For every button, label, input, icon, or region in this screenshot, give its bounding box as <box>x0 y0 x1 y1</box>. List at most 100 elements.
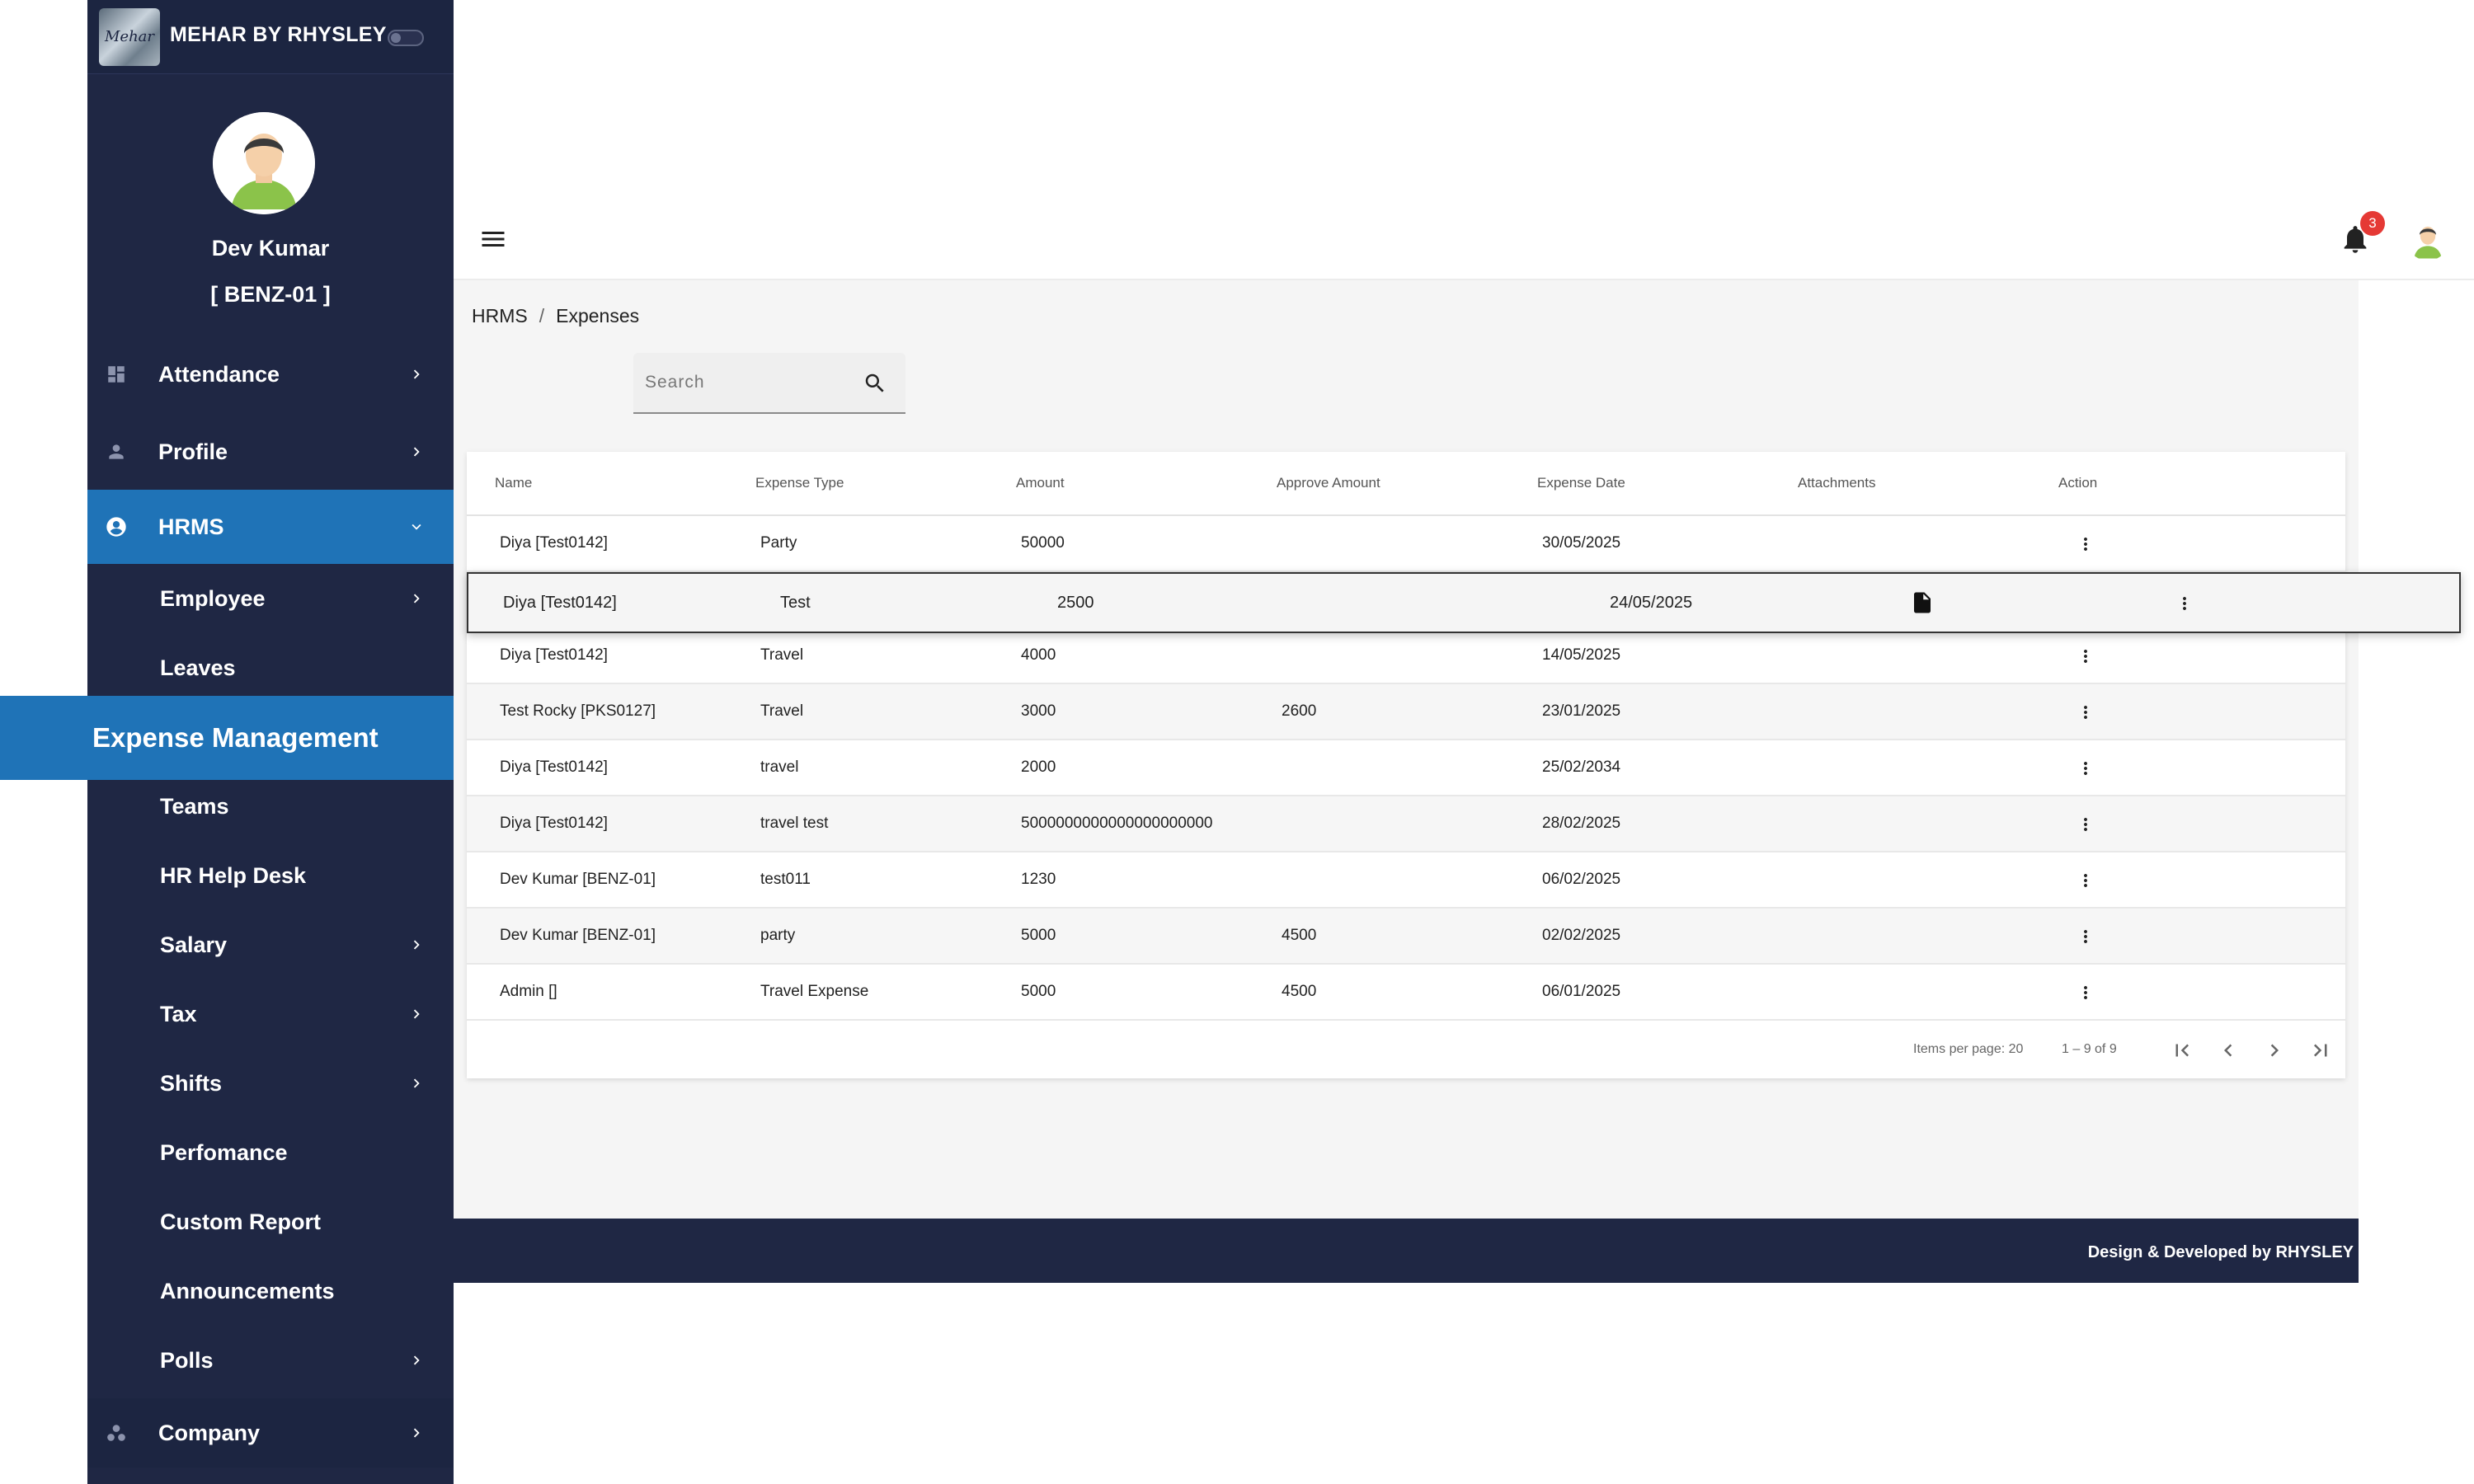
sidebar-item-custom-report[interactable]: Custom Report <box>87 1187 454 1256</box>
chevron-right-icon <box>404 1348 429 1373</box>
column-header-amount[interactable]: Amount <box>1016 475 1065 491</box>
table-row[interactable]: Dev Kumar [BENZ-01] test011 1230 06/02/2… <box>467 852 2345 909</box>
cell-name: Diya [Test0142] <box>500 815 608 832</box>
more-vert-icon[interactable] <box>2073 531 2098 557</box>
expenses-table: Name Expense Type Amount Approve Amount … <box>467 452 2345 1078</box>
cell-expense-type: test011 <box>760 871 811 888</box>
cell-name: Dev Kumar [BENZ-01] <box>500 871 656 888</box>
chevron-right-icon <box>404 1421 429 1445</box>
sidebar-item-helpdesk[interactable]: HR Help Desk <box>87 841 454 910</box>
cell-amount: 2500 <box>1057 594 1094 612</box>
cell-expense-date: 24/05/2025 <box>1610 594 1693 612</box>
header-avatar[interactable] <box>2406 218 2449 261</box>
cell-expense-type: travel <box>760 758 799 776</box>
next-page-icon[interactable] <box>2258 1034 2291 1067</box>
cell-amount: 3000 <box>1021 702 1056 720</box>
more-vert-icon[interactable] <box>2073 979 2098 1006</box>
cell-expense-date: 02/02/2025 <box>1542 927 1621 944</box>
sidebar-item-announcements[interactable]: Announcements <box>87 1256 454 1326</box>
more-vert-icon[interactable] <box>2073 699 2098 726</box>
search-input[interactable] <box>645 368 851 397</box>
sidebar-item-label: Profile <box>158 439 228 464</box>
sidebar-item-salary[interactable]: Salary <box>87 910 454 979</box>
cell-amount: 4000 <box>1021 646 1056 664</box>
user-avatar[interactable] <box>213 112 315 214</box>
table-row[interactable]: Diya [Test0142] Travel 4000 14/05/2025 <box>467 628 2345 684</box>
more-vert-icon[interactable] <box>2172 590 2197 617</box>
sidebar-item-label: Company <box>158 1420 261 1445</box>
user-name: Dev Kumar <box>211 236 330 261</box>
cell-amount: 50000 <box>1021 534 1065 552</box>
table-row[interactable]: Dev Kumar [BENZ-01] party 5000 4500 02/0… <box>467 909 2345 965</box>
more-vert-icon[interactable] <box>2073 811 2098 838</box>
table-row[interactable]: Admin [] Travel Expense 5000 4500 06/01/… <box>467 965 2345 1021</box>
cell-expense-date: 30/05/2025 <box>1542 534 1621 552</box>
first-page-icon[interactable] <box>2166 1034 2199 1067</box>
more-vert-icon[interactable] <box>2073 755 2098 782</box>
more-vert-icon[interactable] <box>2073 923 2098 950</box>
sidebar-item-employee[interactable]: Employee <box>87 564 454 633</box>
cell-amount: 5000 <box>1021 983 1056 1000</box>
table-row[interactable]: Diya [Test0142] Party 50000 30/05/2025 <box>467 516 2345 572</box>
cell-expense-type: Travel <box>760 702 804 720</box>
breadcrumb-current: Expenses <box>556 305 640 326</box>
sidebar-item-tax[interactable]: Tax <box>87 979 454 1049</box>
cell-expense-type: Party <box>760 534 797 552</box>
column-header-name[interactable]: Name <box>495 475 532 491</box>
sidebar-item-label: Expense Management <box>92 722 379 753</box>
sidebar-item-leaves[interactable]: Leaves <box>87 633 454 702</box>
search-icon[interactable] <box>863 371 887 396</box>
sidebar-item-performance[interactable]: Perfomance <box>87 1118 454 1187</box>
breadcrumb: HRMS / Expenses <box>472 305 639 327</box>
theme-toggle[interactable] <box>388 30 424 46</box>
cell-amount: 5000 <box>1021 927 1056 944</box>
sidebar-item-hrms[interactable]: HRMS <box>87 490 454 564</box>
sidebar-item-polls[interactable]: Polls <box>87 1326 454 1395</box>
column-header-approve-amount[interactable]: Approve Amount <box>1277 475 1380 491</box>
sidebar-item-expense-management[interactable]: Expense Management <box>0 696 457 780</box>
workspaces-icon <box>104 1421 129 1445</box>
table-row[interactable]: Diya [Test0142] travel test 500000000000… <box>467 796 2345 852</box>
cell-name: Test Rocky [PKS0127] <box>500 702 656 720</box>
user-code: [ BENZ-01 ] <box>210 282 331 307</box>
sidebar-item-label: Teams <box>160 793 229 819</box>
sidebar-item-teams[interactable]: Teams <box>87 772 454 841</box>
chevron-right-icon <box>404 1002 429 1026</box>
last-page-icon[interactable] <box>2304 1034 2337 1067</box>
chevron-right-icon <box>404 586 429 611</box>
column-header-expense-type[interactable]: Expense Type <box>755 475 844 491</box>
sidebar-item-label: Polls <box>160 1347 214 1373</box>
sidebar-item-attendance[interactable]: Attendance <box>87 340 454 409</box>
sidebar-item-label: Shifts <box>160 1070 223 1096</box>
more-vert-icon[interactable] <box>2073 867 2098 894</box>
sidebar-item-label: Announcements <box>160 1278 335 1303</box>
cell-name: Dev Kumar [BENZ-01] <box>500 927 656 944</box>
table-row-highlighted[interactable]: Diya [Test0142] Test 2500 24/05/2025 <box>467 572 2461 633</box>
cell-name: Diya [Test0142] <box>500 534 608 552</box>
menu-icon[interactable] <box>478 224 508 254</box>
cell-amount: 2000 <box>1021 758 1056 776</box>
sidebar-item-company[interactable]: Company <box>87 1398 454 1468</box>
cell-name: Diya [Test0142] <box>503 594 617 612</box>
column-header-expense-date[interactable]: Expense Date <box>1537 475 1625 491</box>
cell-expense-date: 06/02/2025 <box>1542 871 1621 888</box>
sidebar-item-label: Custom Report <box>160 1209 321 1234</box>
file-icon[interactable] <box>1910 589 1936 618</box>
previous-page-icon[interactable] <box>2212 1034 2245 1067</box>
table-row[interactable]: Test Rocky [PKS0127] Travel 3000 2600 23… <box>467 684 2345 740</box>
cell-approve-amount: 4500 <box>1282 927 1317 944</box>
sidebar-item-label: Tax <box>160 1001 197 1026</box>
more-vert-icon[interactable] <box>2073 643 2098 669</box>
table-row[interactable]: Diya [Test0142] travel 2000 25/02/2034 <box>467 740 2345 796</box>
sidebar-item-shifts[interactable]: Shifts <box>87 1049 454 1118</box>
search-field <box>633 353 905 414</box>
chevron-down-icon <box>404 514 429 539</box>
breadcrumb-hrms[interactable]: HRMS <box>472 305 528 327</box>
cell-approve-amount: 4500 <box>1282 983 1317 1000</box>
cell-expense-type: Travel Expense <box>760 983 869 1000</box>
sidebar-item-label: Employee <box>160 585 266 611</box>
sidebar-item-profile[interactable]: Profile <box>87 417 454 486</box>
account-circle-icon <box>104 514 129 539</box>
items-per-page[interactable]: Items per page: 20 <box>1913 1042 2023 1057</box>
paginator: Items per page: 20 1 – 9 of 9 <box>467 1022 2345 1078</box>
